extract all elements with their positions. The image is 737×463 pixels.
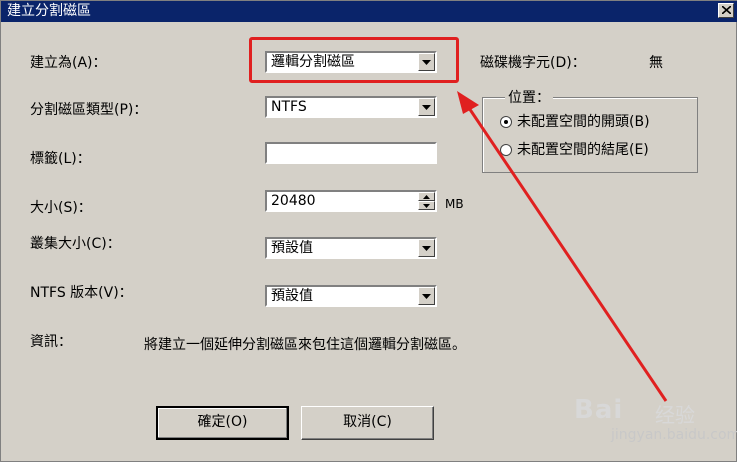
watermark-logo: Bai <box>574 395 624 425</box>
create-partition-dialog: 建立分割磁區 建立為(A)： 邏輯分割磁區 磁碟機字元(D)： 無 分割磁區類型… <box>0 0 737 462</box>
watermark-suffix: 经验 <box>655 403 695 427</box>
watermark-url: jingyan.baidu.com <box>611 427 737 443</box>
annotation-arrow <box>457 91 668 402</box>
